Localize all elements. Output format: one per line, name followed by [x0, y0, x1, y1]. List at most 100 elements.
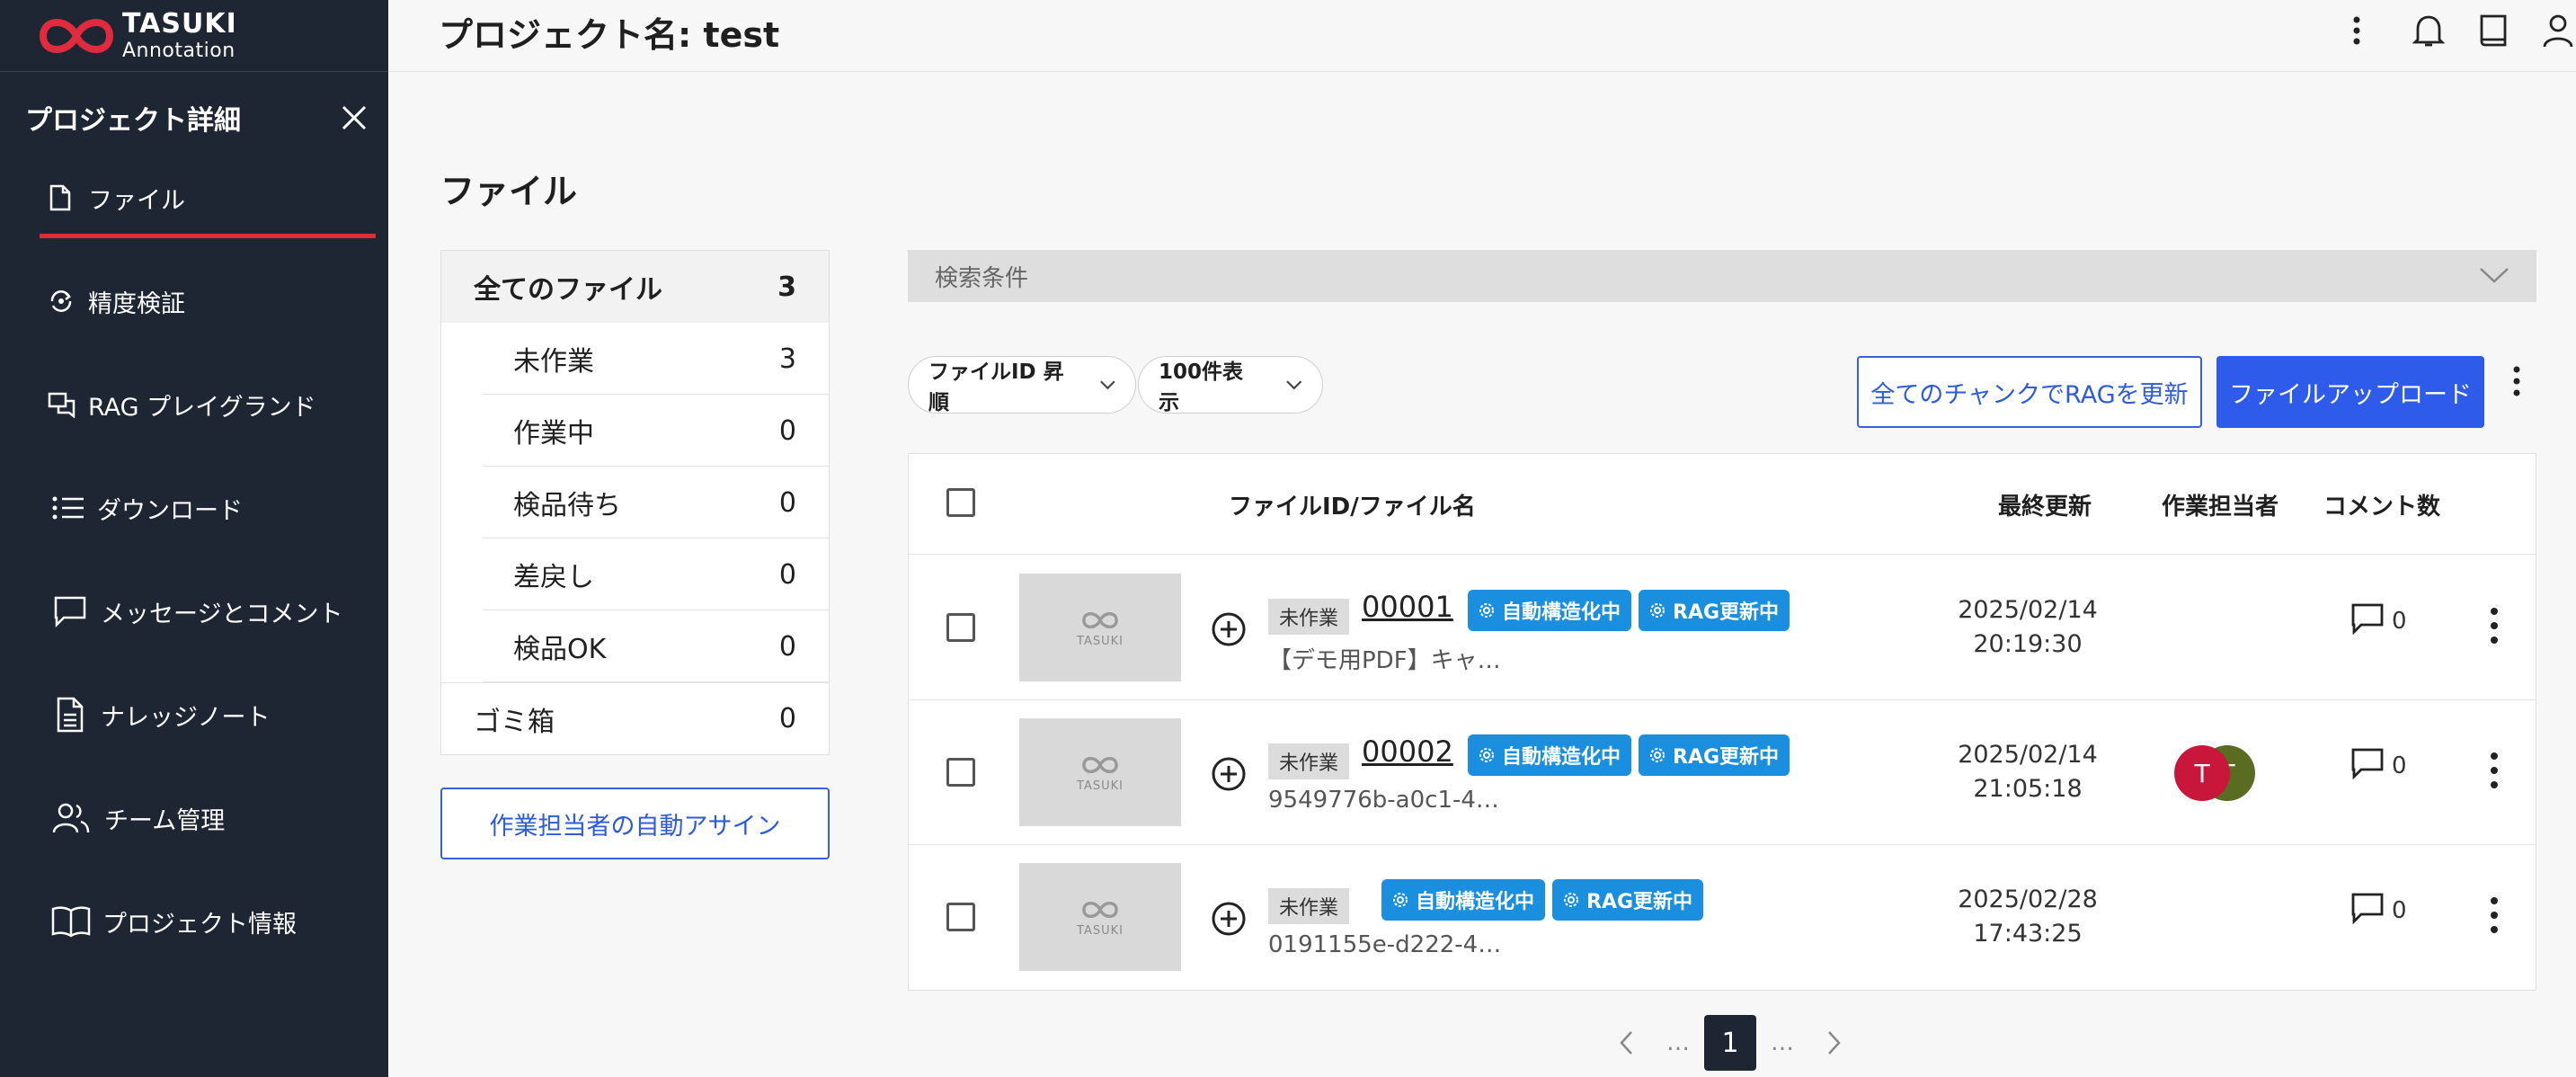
auto-structuring-chip: 自動構造化中 — [1468, 590, 1632, 631]
chevron-down-icon — [1100, 380, 1115, 390]
filter-label: 作業中 — [513, 418, 594, 449]
table-header: ファイルID/ファイル名 最終更新 作業担当者 コメント数 — [909, 454, 2536, 555]
sidebar: TASUKI Annotation プロジェクト詳細 ファイル 精度検証 RAG… — [0, 0, 388, 1077]
sidebar-item-download[interactable]: ダウンロード — [50, 481, 243, 535]
comment-icon — [2351, 603, 2384, 635]
more-vert-icon[interactable] — [2483, 751, 2505, 790]
sidebar-item-label: ナレッジノート — [101, 703, 271, 732]
next-page-button[interactable] — [1808, 1015, 1861, 1071]
table-row[interactable]: TASUKI 未作業 00002 自動構造化中 RAG更新中 9549776b-… — [909, 700, 2536, 845]
prev-page-button[interactable] — [1600, 1015, 1652, 1071]
assignee-avatars[interactable]: T T — [2174, 745, 2255, 803]
more-vert-icon[interactable] — [2335, 9, 2378, 52]
filter-inspection-ok[interactable]: 検品OK 0 — [441, 610, 829, 682]
comment-icon — [2351, 893, 2384, 924]
message-icon — [52, 591, 88, 632]
more-vert-icon[interactable] — [2483, 895, 2505, 935]
filter-count: 0 — [778, 630, 796, 663]
updated-datetime: 2025/02/28 17:43:25 — [1958, 886, 2098, 948]
sidebar-item-knowledge-note[interactable]: ナレッジノート — [54, 688, 270, 742]
thumbnail-text: TASUKI — [1077, 779, 1124, 793]
sort-select[interactable]: ファイルID 昇順 — [908, 356, 1136, 414]
filter-returned[interactable]: 差戻し 0 — [441, 538, 829, 610]
comment-count[interactable]: 0 — [2350, 892, 2407, 924]
file-id-link[interactable]: 00002 — [1362, 734, 1453, 769]
status-badge: 未作業 — [1268, 888, 1350, 924]
filter-label: 未作業 — [513, 346, 594, 378]
file-upload-button[interactable]: ファイルアップロード — [2216, 356, 2484, 428]
table-row[interactable]: TASUKI 未作業 00001 自動構造化中 RAG更新中 【デモ用PDF】キ… — [909, 556, 2536, 700]
page-button-current[interactable]: 1 — [1704, 1015, 1756, 1071]
sidebar-item-rag-playground[interactable]: RAG プレイグランド — [47, 378, 316, 432]
more-vert-icon[interactable] — [2500, 360, 2533, 403]
column-file: ファイルID/ファイル名 — [1229, 494, 1476, 521]
table-row[interactable]: TASUKI 未作業 自動構造化中 RAG更新中 0191155e-d222-4… — [909, 845, 2536, 990]
file-thumbnail[interactable]: TASUKI — [1019, 574, 1181, 681]
filter-count: 3 — [777, 271, 796, 303]
filter-all-files[interactable]: 全てのファイル 3 — [441, 251, 829, 323]
header: プロジェクト名: test — [388, 0, 2576, 72]
filter-label: 全てのファイル — [474, 274, 662, 306]
file-id-link[interactable]: 00001 — [1362, 590, 1453, 624]
comment-count[interactable]: 0 — [2350, 602, 2407, 635]
sidebar-item-project-info[interactable]: プロジェクト情報 — [50, 895, 297, 948]
chevron-right-icon — [1828, 1031, 1841, 1055]
filter-trash[interactable]: ゴミ箱 0 — [441, 682, 829, 754]
sidebar-item-accuracy[interactable]: 精度検証 — [47, 274, 185, 328]
page-size-select[interactable]: 100件表示 — [1138, 356, 1323, 414]
auto-assign-button[interactable]: 作業担当者の自動アサイン — [440, 788, 830, 859]
sidebar-item-files[interactable]: ファイル — [47, 171, 185, 225]
row-checkbox[interactable] — [946, 758, 975, 787]
sidebar-item-messages[interactable]: メッセージとコメント — [52, 584, 342, 638]
filter-label: 検品OK — [513, 634, 607, 665]
rag-updating-chip: RAG更新中 — [1639, 734, 1790, 776]
pagination-ellipsis: … — [1666, 1029, 1690, 1056]
row-checkbox[interactable] — [946, 903, 975, 931]
filter-label: 差戻し — [513, 562, 594, 593]
add-circle-icon[interactable] — [1211, 611, 1247, 647]
logo[interactable]: TASUKI Annotation — [0, 0, 388, 72]
filter-not-started[interactable]: 未作業 3 — [441, 323, 829, 395]
page-title: プロジェクト名: test — [439, 15, 780, 55]
tasuki-logo-icon — [1082, 901, 1118, 918]
column-updated: 最終更新 — [1998, 494, 2092, 521]
comment-count[interactable]: 0 — [2350, 747, 2407, 779]
tasuki-logo-icon — [1082, 756, 1118, 773]
chevron-down-icon — [1286, 380, 1302, 390]
team-icon — [50, 797, 92, 839]
filter-awaiting-inspection[interactable]: 検品待ち 0 — [441, 467, 829, 538]
add-circle-icon[interactable] — [1211, 756, 1247, 792]
pagination-ellipsis: … — [1771, 1029, 1794, 1056]
status-badge: 未作業 — [1268, 599, 1350, 635]
chevron-left-icon — [1620, 1031, 1632, 1055]
bell-icon[interactable] — [2407, 9, 2450, 52]
search-conditions-label: 検索条件 — [935, 264, 1029, 292]
filter-count: 0 — [778, 414, 796, 447]
sidebar-item-team[interactable]: チーム管理 — [50, 791, 225, 845]
add-circle-icon[interactable] — [1211, 901, 1247, 937]
avatar[interactable]: T — [2174, 745, 2230, 801]
sidebar-item-label: RAG プレイグランド — [88, 393, 316, 422]
sidebar-item-label: チーム管理 — [104, 806, 226, 835]
row-checkbox[interactable] — [946, 613, 975, 642]
close-icon[interactable] — [336, 100, 372, 136]
file-thumbnail[interactable]: TASUKI — [1019, 718, 1181, 826]
more-vert-icon[interactable] — [2483, 606, 2505, 645]
select-all-checkbox[interactable] — [946, 488, 975, 517]
filter-count: 3 — [778, 343, 796, 375]
search-conditions-toggle[interactable]: 検索条件 — [908, 250, 2536, 302]
column-assignee: 作業担当者 — [2162, 494, 2279, 521]
gear-icon — [1479, 748, 1494, 762]
sidebar-item-label: ファイル — [88, 186, 185, 215]
user-icon[interactable] — [2536, 9, 2576, 52]
column-comments: コメント数 — [2323, 494, 2441, 521]
filter-in-progress[interactable]: 作業中 0 — [441, 395, 829, 467]
update-rag-all-chunks-button[interactable]: 全てのチャンクでRAGを更新 — [1857, 356, 2202, 428]
section-title: ファイル — [440, 172, 578, 211]
manual-book-icon[interactable] — [2472, 9, 2515, 52]
brand-line1: TASUKI — [122, 7, 237, 40]
filter-label: ゴミ箱 — [474, 706, 555, 738]
gear-icon — [1650, 603, 1665, 618]
pagination: … 1 … — [1600, 1014, 1861, 1072]
file-thumbnail[interactable]: TASUKI — [1019, 863, 1181, 971]
